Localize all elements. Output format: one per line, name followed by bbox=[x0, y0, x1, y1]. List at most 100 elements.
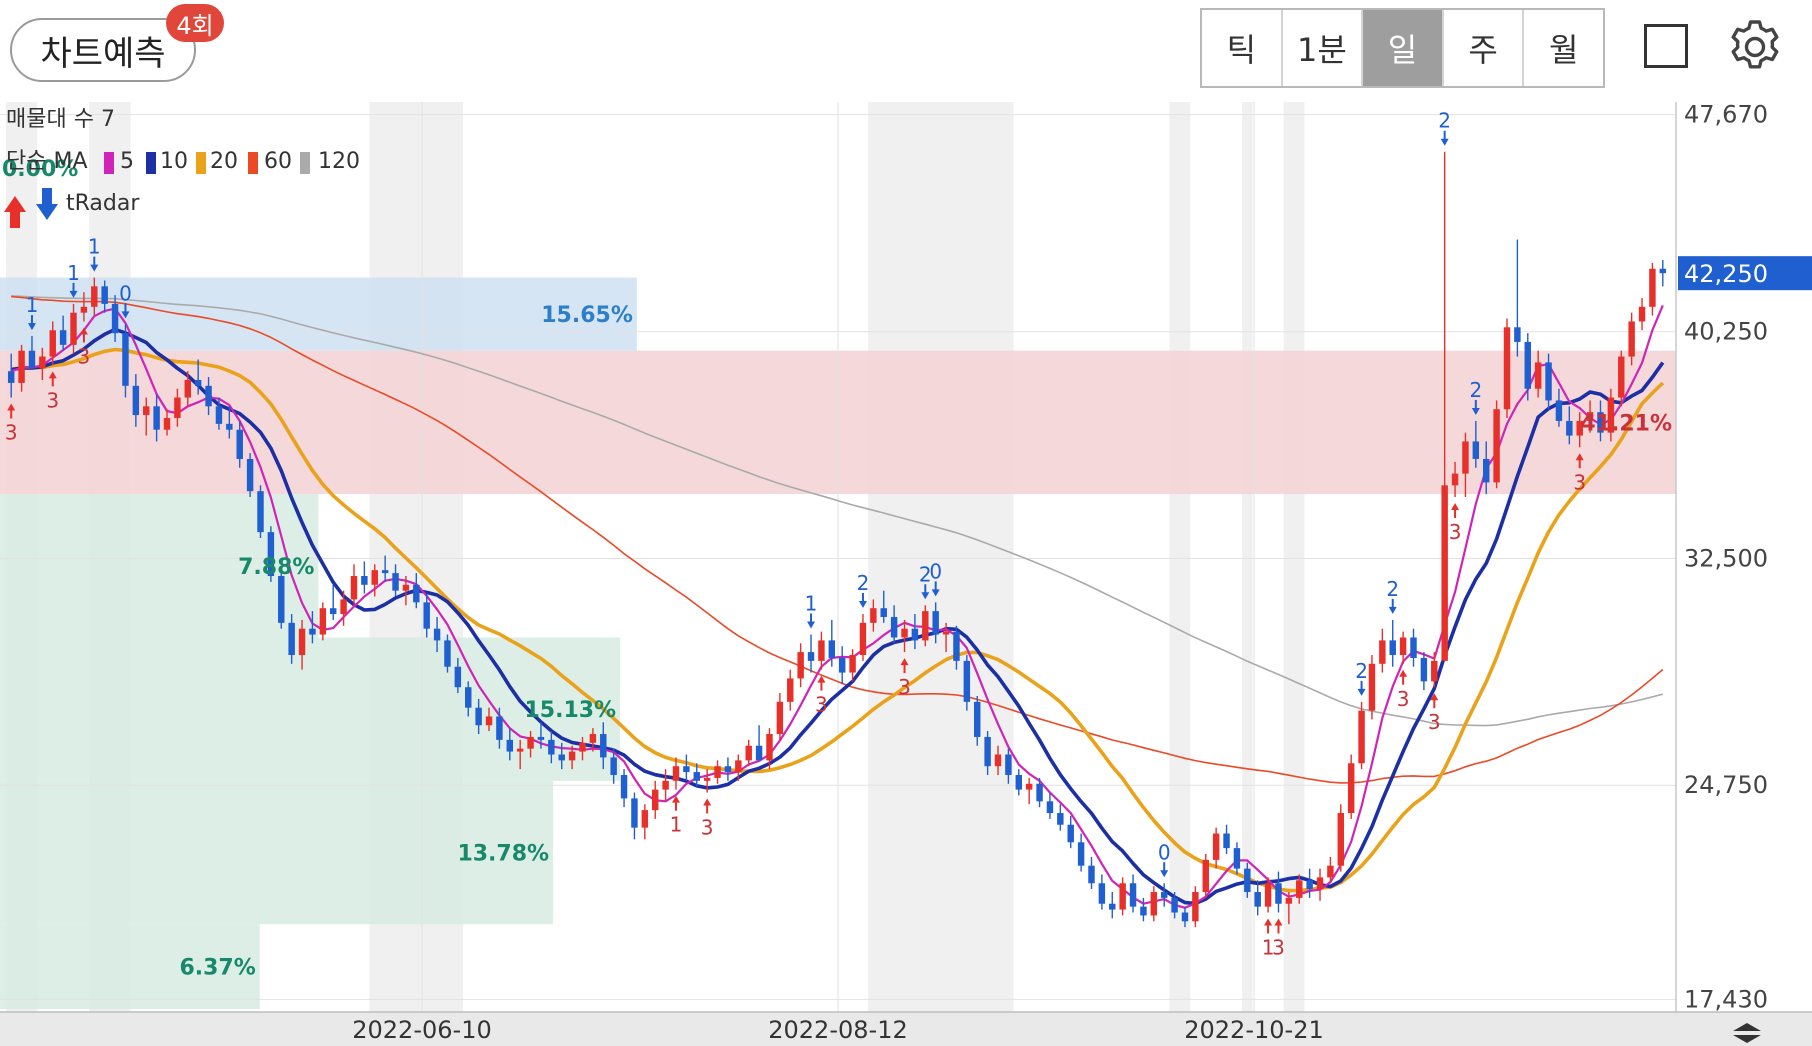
candlestick-chart[interactable]: 11103331 331232001322332323 15.65%41.21%7… bbox=[0, 102, 1812, 1046]
radar-down-arrow bbox=[858, 593, 867, 609]
candle-body bbox=[1618, 356, 1625, 398]
square-icon[interactable] bbox=[1644, 24, 1688, 68]
price-axis: 47,670 40,250 32,500 24,750 17,430 42,250 bbox=[1675, 102, 1812, 1046]
candle-body bbox=[288, 622, 295, 656]
volume-zone-label: 15.65% bbox=[541, 303, 633, 328]
candle-body bbox=[101, 286, 108, 304]
candle-body bbox=[870, 608, 877, 623]
top-bar: 차트예측 4회 틱 1분 일 주 월 bbox=[0, 0, 1812, 102]
radar-marker-label: 3 bbox=[815, 693, 828, 717]
radar-up-arrow bbox=[703, 798, 712, 814]
ma120-swatch bbox=[300, 152, 310, 174]
candle-body bbox=[1067, 824, 1074, 843]
candle-body bbox=[1462, 441, 1469, 474]
candle-body bbox=[111, 303, 119, 334]
ma-legend-title: 단순 MA bbox=[6, 149, 88, 174]
candle-body bbox=[766, 734, 773, 761]
chart-predict-label: 차트예측 bbox=[40, 33, 166, 74]
candle-body bbox=[1129, 883, 1137, 907]
gear-icon[interactable] bbox=[1726, 18, 1784, 76]
date-tick-label: 2022-10-21 bbox=[1184, 1016, 1323, 1044]
radar-down-arrow bbox=[1388, 598, 1397, 614]
radar-marker-label: 2 bbox=[1386, 577, 1399, 601]
radar-marker-label: 3 bbox=[78, 344, 91, 368]
candle bbox=[714, 760, 721, 784]
candle-body bbox=[787, 678, 794, 702]
candle-body bbox=[1109, 903, 1116, 910]
candle-body bbox=[579, 742, 586, 752]
candle-body bbox=[1244, 868, 1251, 893]
candle-body bbox=[1441, 485, 1448, 661]
candle-body bbox=[683, 766, 690, 773]
candle bbox=[1098, 874, 1106, 910]
candle-body bbox=[807, 652, 815, 661]
candle-body bbox=[1545, 362, 1552, 401]
candle-body bbox=[849, 655, 856, 673]
candle-body bbox=[1566, 420, 1573, 436]
volume-profile-label: 매물대 수 7 bbox=[6, 107, 115, 132]
radar-marker: 1 bbox=[670, 795, 682, 837]
candle-body bbox=[942, 631, 950, 635]
candle-body bbox=[319, 608, 327, 635]
radar-up-arrow bbox=[1451, 503, 1460, 519]
period-week-tab[interactable]: 주 bbox=[1444, 10, 1525, 86]
candle-body bbox=[205, 385, 212, 407]
candle-body bbox=[1628, 321, 1635, 357]
radar-marker-label: 3 bbox=[1573, 470, 1586, 494]
radar-marker-label: 3 bbox=[1428, 710, 1441, 734]
candle-body bbox=[755, 745, 763, 761]
candle bbox=[1025, 777, 1033, 805]
candle bbox=[1119, 877, 1126, 916]
candle-body bbox=[984, 736, 991, 767]
candle-body bbox=[838, 657, 846, 673]
candle-body bbox=[246, 458, 254, 492]
resize-handle-icon[interactable] bbox=[1730, 1022, 1764, 1044]
candle-body bbox=[1420, 657, 1428, 682]
candle bbox=[922, 605, 929, 647]
legend: 매물대 수 7 단순 MA 5 10 20 60 120 tRadar bbox=[4, 107, 360, 228]
price-tick-label: 40,250 bbox=[1684, 318, 1768, 346]
ma10-swatch bbox=[146, 152, 156, 174]
candle bbox=[1046, 792, 1054, 819]
period-tick-tab[interactable]: 틱 bbox=[1202, 10, 1283, 86]
radar-marker-label: 3 bbox=[1272, 936, 1285, 960]
candle-body bbox=[1358, 710, 1365, 764]
price-tick-label: 32,500 bbox=[1684, 544, 1768, 572]
candle bbox=[1202, 853, 1209, 898]
candle bbox=[1379, 628, 1386, 673]
ma60-swatch bbox=[248, 152, 258, 174]
radar-marker-label: 3 bbox=[898, 675, 911, 699]
candle-body bbox=[1451, 473, 1459, 486]
candle-body bbox=[890, 616, 898, 638]
candle bbox=[1659, 260, 1667, 287]
period-month-tab[interactable]: 월 bbox=[1524, 10, 1603, 86]
candle bbox=[319, 602, 327, 641]
candle-body bbox=[620, 774, 628, 799]
candle-body bbox=[922, 611, 929, 641]
candle-body bbox=[974, 701, 981, 737]
candle bbox=[1067, 815, 1074, 849]
volume-zone-label: 6.37% bbox=[179, 956, 255, 981]
candle-body bbox=[278, 576, 285, 623]
candle-body bbox=[7, 371, 15, 383]
candle bbox=[755, 725, 763, 761]
candle-body bbox=[371, 570, 378, 585]
candle-body bbox=[1472, 441, 1480, 459]
candle-body bbox=[49, 330, 56, 357]
candle-body bbox=[1264, 883, 1272, 907]
candle-body bbox=[340, 599, 347, 615]
candle-body bbox=[641, 810, 649, 828]
period-selector: 틱 1분 일 주 월 bbox=[1200, 8, 1605, 88]
candle-body bbox=[236, 429, 243, 459]
candle-body bbox=[1493, 409, 1500, 483]
radar-marker: 2 bbox=[1386, 577, 1399, 614]
radar-up-arrow bbox=[817, 675, 826, 691]
candle bbox=[1389, 619, 1396, 667]
candle-body bbox=[662, 780, 669, 790]
candle-body bbox=[174, 397, 181, 419]
period-day-tab[interactable]: 일 bbox=[1363, 10, 1444, 86]
candle bbox=[745, 739, 752, 767]
candle-body bbox=[1192, 892, 1199, 922]
period-1min-tab[interactable]: 1분 bbox=[1283, 10, 1364, 86]
ma20-swatch bbox=[196, 152, 206, 174]
